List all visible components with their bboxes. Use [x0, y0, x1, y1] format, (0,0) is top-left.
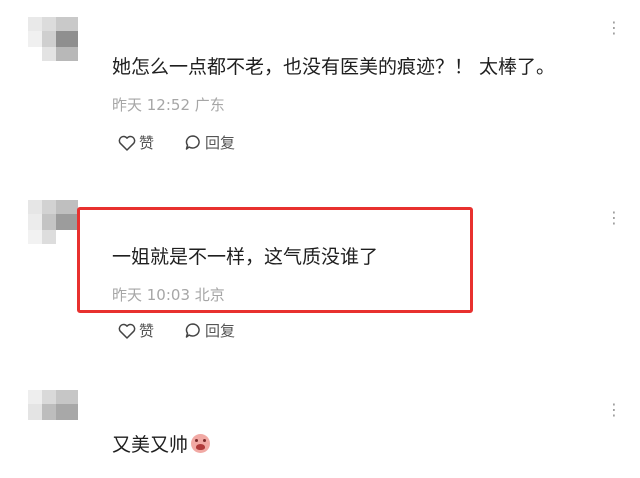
comment-time: 昨天 10:03	[112, 286, 190, 304]
avatar[interactable]	[28, 390, 80, 434]
comment-item: ⋮ 又美又帅	[0, 370, 640, 478]
comment-text: 一姐就是不一样，这气质没谁了	[112, 246, 379, 268]
reply-bubble-icon	[185, 323, 200, 338]
like-label: 赞	[139, 322, 155, 340]
comment-location: 广东	[194, 96, 225, 114]
comment-meta: 昨天 10:03 北京	[112, 284, 225, 305]
reply-button[interactable]: 回复	[184, 132, 235, 153]
more-options-icon[interactable]: ⋮	[606, 20, 622, 36]
reply-label: 回复	[205, 134, 236, 152]
reply-bubble-icon	[185, 135, 200, 150]
heart-icon	[118, 135, 136, 151]
comment-location: 北京	[194, 286, 225, 304]
crying-face-emoji	[191, 434, 211, 453]
like-label: 赞	[139, 134, 155, 152]
comment-text: 又美又帅	[112, 430, 211, 457]
comment-time: 昨天 12:52	[112, 96, 190, 114]
comment-meta: 昨天 12:52 广东	[112, 94, 225, 115]
avatar[interactable]	[28, 200, 80, 244]
heart-icon	[118, 323, 136, 339]
reply-label: 回复	[205, 322, 236, 340]
reply-button[interactable]: 回复	[184, 320, 235, 341]
comment-text: 她怎么一点都不老，也没有医美的痕迹？！ 太棒了。	[112, 56, 556, 78]
avatar[interactable]	[28, 17, 80, 61]
more-options-icon[interactable]: ⋮	[606, 402, 622, 418]
like-button[interactable]: 赞	[118, 132, 154, 153]
comment-text-content: 又美又帅	[112, 434, 189, 456]
comment-item: ⋮ 她怎么一点都不老，也没有医美的痕迹？！ 太棒了。 昨天 12:52 广东 赞…	[0, 0, 640, 180]
like-button[interactable]: 赞	[118, 320, 154, 341]
more-options-icon[interactable]: ⋮	[606, 210, 622, 226]
